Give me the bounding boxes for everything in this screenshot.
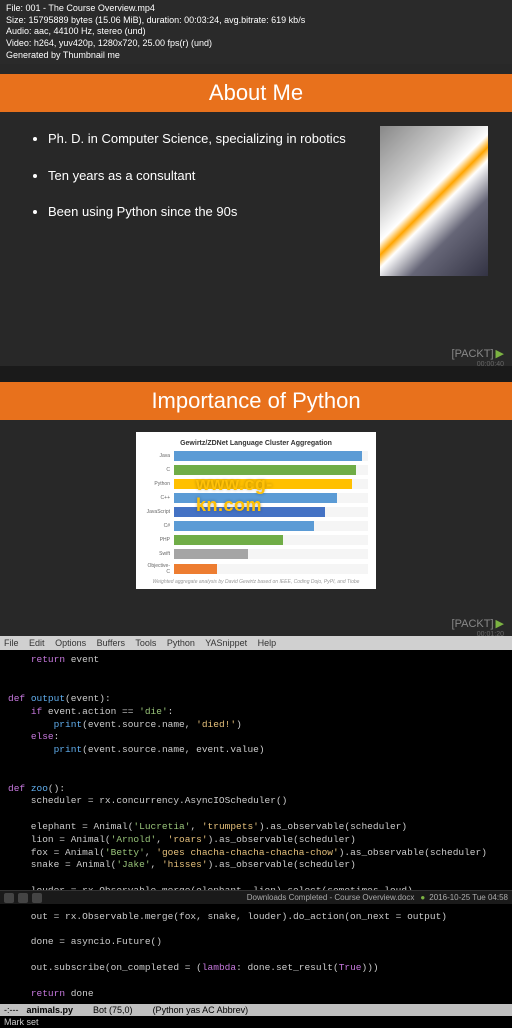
author-photo bbox=[380, 126, 488, 276]
meta-gen: Generated by Thumbnail me bbox=[6, 50, 506, 62]
chart-row: Swift bbox=[144, 549, 368, 559]
download-notification[interactable]: Downloads Completed - Course Overview.do… bbox=[247, 893, 415, 902]
bullet-1: Ph. D. in Computer Science, specializing… bbox=[48, 130, 360, 148]
menu-python[interactable]: Python bbox=[167, 638, 195, 648]
chart-label: JavaScript bbox=[144, 509, 174, 515]
menu-file[interactable]: File bbox=[4, 638, 19, 648]
packt-brand-2: [PACKT]▶ bbox=[452, 617, 504, 630]
play-icon: ▶ bbox=[496, 347, 504, 360]
chart-title: Gewirtz/ZDNet Language Cluster Aggregati… bbox=[144, 440, 368, 447]
clock[interactable]: 2016-10-25 Tue 04:58 bbox=[429, 893, 508, 902]
chart-bar bbox=[174, 521, 314, 531]
slide1-timestamp: 00:00:40 bbox=[477, 361, 504, 368]
chart-row: C# bbox=[144, 521, 368, 531]
menu-yasnippet[interactable]: YASnippet bbox=[205, 638, 247, 648]
emacs-menubar[interactable]: File Edit Options Buffers Tools Python Y… bbox=[0, 636, 512, 650]
menu-options[interactable]: Options bbox=[55, 638, 86, 648]
slide2-title: Importance of Python bbox=[0, 382, 512, 420]
about-bullets: Ph. D. in Computer Science, specializing… bbox=[30, 130, 360, 276]
chart-bar bbox=[174, 535, 283, 545]
chart-label: C++ bbox=[144, 495, 174, 501]
chart-label: Python bbox=[144, 481, 174, 487]
chart-bar bbox=[174, 549, 248, 559]
check-icon: ● bbox=[420, 893, 425, 902]
slide1-title: About Me bbox=[0, 74, 512, 112]
chart-label: Java bbox=[144, 453, 174, 459]
status-mode: (Python yas AC Abbrev) bbox=[153, 1005, 249, 1015]
taskbar-app-icon[interactable] bbox=[4, 893, 14, 903]
chart-bar bbox=[174, 564, 217, 574]
chart-label: C bbox=[144, 467, 174, 473]
chart-bar bbox=[174, 451, 362, 461]
menu-edit[interactable]: Edit bbox=[29, 638, 45, 648]
watermark-text: www.cg-kn.com bbox=[196, 474, 316, 516]
slide2-timestamp: 00:01:20 bbox=[477, 631, 504, 638]
chart-label: PHP bbox=[144, 537, 174, 543]
chart-footer: Weighted aggregate analysis by David Gew… bbox=[144, 579, 368, 585]
meta-file: File: 001 - The Course Overview.mp4 bbox=[6, 3, 506, 15]
taskbar[interactable]: Downloads Completed - Course Overview.do… bbox=[0, 890, 512, 904]
taskbar-app-icon[interactable] bbox=[32, 893, 42, 903]
code-editor[interactable]: return event def output(event): if event… bbox=[0, 650, 512, 1004]
status-position: Bot (75,0) bbox=[93, 1005, 133, 1015]
chart-label: Swift bbox=[144, 551, 174, 557]
chart-row: Java bbox=[144, 451, 368, 461]
packt-brand: [PACKT]▶ bbox=[452, 347, 504, 360]
menu-buffers[interactable]: Buffers bbox=[97, 638, 125, 648]
bullet-2: Ten years as a consultant bbox=[48, 167, 360, 185]
emacs-modeline: -:--- animals.py Bot (75,0) (Python yas … bbox=[0, 1004, 512, 1016]
emacs-minibuffer[interactable]: Mark set bbox=[0, 1016, 512, 1028]
bullet-3: Been using Python since the 90s bbox=[48, 203, 360, 221]
taskbar-app-icon[interactable] bbox=[18, 893, 28, 903]
meta-audio: Audio: aac, 44100 Hz, stereo (und) bbox=[6, 26, 506, 38]
meta-video: Video: h264, yuv420p, 1280x720, 25.00 fp… bbox=[6, 38, 506, 50]
slide-about-me: About Me Ph. D. in Computer Science, spe… bbox=[0, 64, 512, 366]
chart-label: C# bbox=[144, 523, 174, 529]
chart-label: Objective-C bbox=[144, 563, 174, 575]
menu-tools[interactable]: Tools bbox=[135, 638, 156, 648]
video-metadata: File: 001 - The Course Overview.mp4 Size… bbox=[0, 0, 512, 64]
menu-help[interactable]: Help bbox=[258, 638, 277, 648]
chart-row: PHP bbox=[144, 535, 368, 545]
play-icon: ▶ bbox=[496, 617, 504, 630]
language-chart: www.cg-kn.com Gewirtz/ZDNet Language Clu… bbox=[136, 432, 376, 589]
chart-row: Objective-C bbox=[144, 563, 368, 575]
status-filename: animals.py bbox=[27, 1005, 74, 1015]
slide-importance: Importance of Python www.cg-kn.com Gewir… bbox=[0, 382, 512, 636]
meta-size: Size: 15795889 bytes (15.06 MiB), durati… bbox=[6, 15, 506, 27]
